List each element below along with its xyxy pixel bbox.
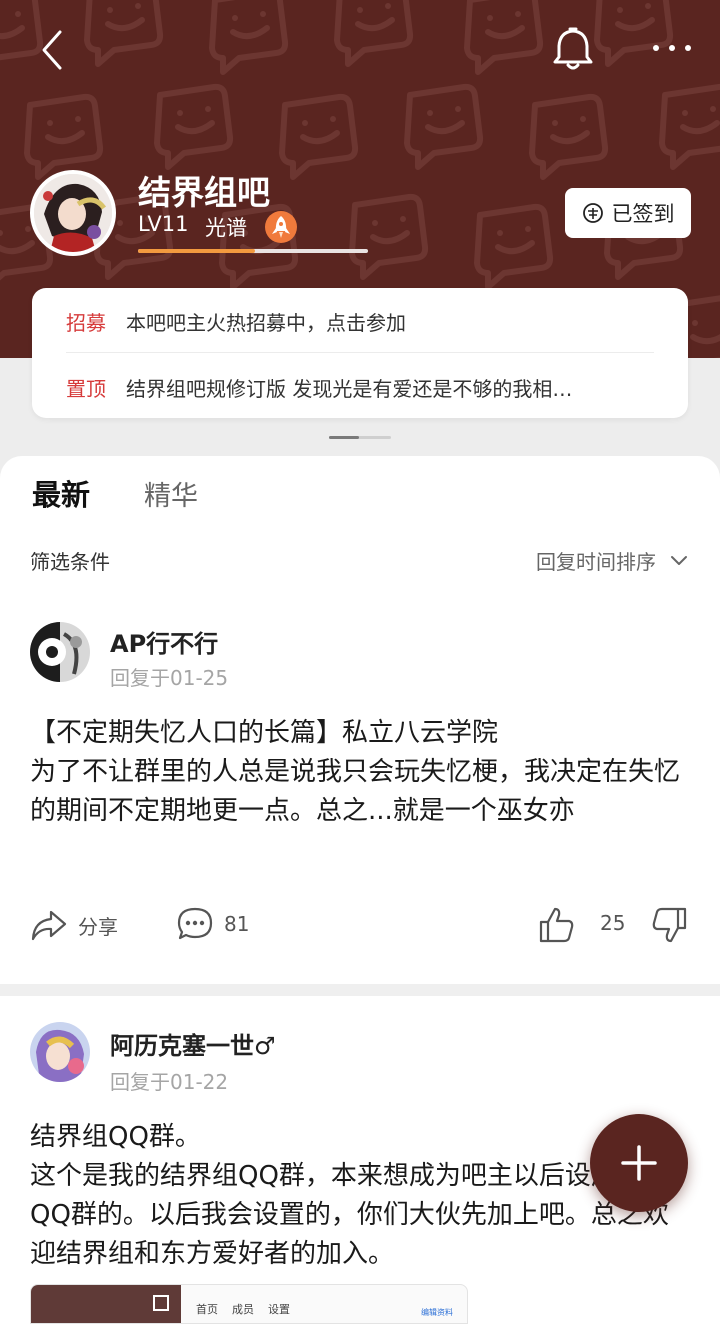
tab-featured[interactable]: 精华 <box>144 474 198 513</box>
notice-tag: 招募 <box>66 310 106 335</box>
post-body: 【不定期失忆人口的长篇】私立八云学院 为了不让群里的人总是说我只会玩失忆梗，我决… <box>30 718 681 826</box>
preview-nav-item: 首页 <box>196 1303 218 1316</box>
notice-recruit[interactable]: 招募 本吧吧主火热招募中，点击参加 <box>66 304 636 338</box>
signed-stamp-icon <box>582 203 603 223</box>
level-progress-fill <box>138 249 256 253</box>
level-progress-bar <box>138 249 368 253</box>
comment-count: 81 <box>224 912 250 936</box>
comment-button[interactable]: 81 <box>176 906 249 942</box>
avatar-image <box>30 1022 90 1082</box>
forum-name: 结界组吧 <box>138 173 270 212</box>
preview-nav: 首页 成员 设置 <box>196 1301 290 1317</box>
share-label: 分享 <box>78 914 118 939</box>
like-button[interactable] <box>538 906 574 944</box>
thumbs-down-icon <box>652 907 687 943</box>
preview-nav-item: 成员 <box>232 1303 254 1316</box>
share-button[interactable]: 分享 <box>30 908 118 942</box>
avatar[interactable] <box>30 1022 90 1082</box>
preview-header-bg <box>31 1285 181 1323</box>
pager-indicator <box>329 436 359 439</box>
preview-link: 编辑资料 <box>421 1308 453 1317</box>
dislike-button[interactable] <box>652 906 688 944</box>
notice-text: 结界组吧规修订版 发现光是有爱还是不够的我相… <box>126 376 573 401</box>
chevron-down-icon <box>671 555 687 565</box>
sort-dropdown[interactable]: 回复时间排序 <box>536 546 688 575</box>
notice-tag: 置顶 <box>66 376 106 401</box>
plus-icon <box>621 1145 657 1181</box>
notice-card: 招募 本吧吧主火热招募中，点击参加 置顶 结界组吧规修订版 发现光是有爱还是不够… <box>32 288 688 418</box>
new-post-button[interactable] <box>590 1114 688 1212</box>
post-card[interactable]: AP行不行 回复于01-25 【不定期失忆人口的长篇】私立八云学院 为了不让群里… <box>0 602 720 984</box>
post-image-preview[interactable]: 首页 成员 设置 编辑资料 <box>30 1284 468 1324</box>
more-icon <box>653 45 691 51</box>
preview-nav-item: 设置 <box>268 1303 290 1316</box>
forum-level-name: 光谱 <box>205 216 247 240</box>
post-time: 回复于01-22 <box>110 1070 229 1094</box>
back-arrow-icon <box>42 30 62 70</box>
forum-level: LV11 <box>138 212 189 236</box>
like-count-wrap: 25 <box>600 911 625 935</box>
comment-icon <box>177 907 213 940</box>
avatar[interactable] <box>30 622 90 682</box>
avatar-image <box>30 622 90 682</box>
notification-button[interactable] <box>548 24 598 74</box>
share-icon <box>31 910 67 941</box>
bell-icon <box>553 27 593 70</box>
sign-in-label: 已签到 <box>611 202 675 226</box>
filter-button[interactable]: 筛选条件 <box>30 546 110 575</box>
sign-in-button[interactable]: 已签到 <box>565 188 691 238</box>
avatar-image <box>34 174 112 252</box>
post-author[interactable]: AP行不行 <box>110 624 218 659</box>
post-body: 结界组QQ群。 这个是我的结界组QQ群，本来想成为吧主以后设成官方QQ群的。以后… <box>30 1122 669 1269</box>
forum-avatar[interactable] <box>30 170 116 256</box>
back-button[interactable] <box>30 26 78 74</box>
like-count: 25 <box>600 911 626 935</box>
notice-pager <box>329 436 391 439</box>
tab-latest[interactable]: 最新 <box>32 472 90 514</box>
notice-text: 本吧吧主火热招募中，点击参加 <box>126 310 406 335</box>
post-author[interactable]: 阿历克塞一世♂ <box>110 1026 276 1061</box>
sort-label: 回复时间排序 <box>536 550 656 574</box>
more-button[interactable] <box>648 30 696 66</box>
post-time: 回复于01-25 <box>110 666 229 690</box>
rocket-icon <box>265 211 297 243</box>
post-divider <box>0 984 720 996</box>
notice-divider <box>66 352 654 353</box>
thumbs-up-icon <box>539 907 574 943</box>
notice-pinned[interactable]: 置顶 结界组吧规修订版 发现光是有爱还是不够的我相… <box>66 370 636 404</box>
qr-icon <box>153 1295 169 1311</box>
